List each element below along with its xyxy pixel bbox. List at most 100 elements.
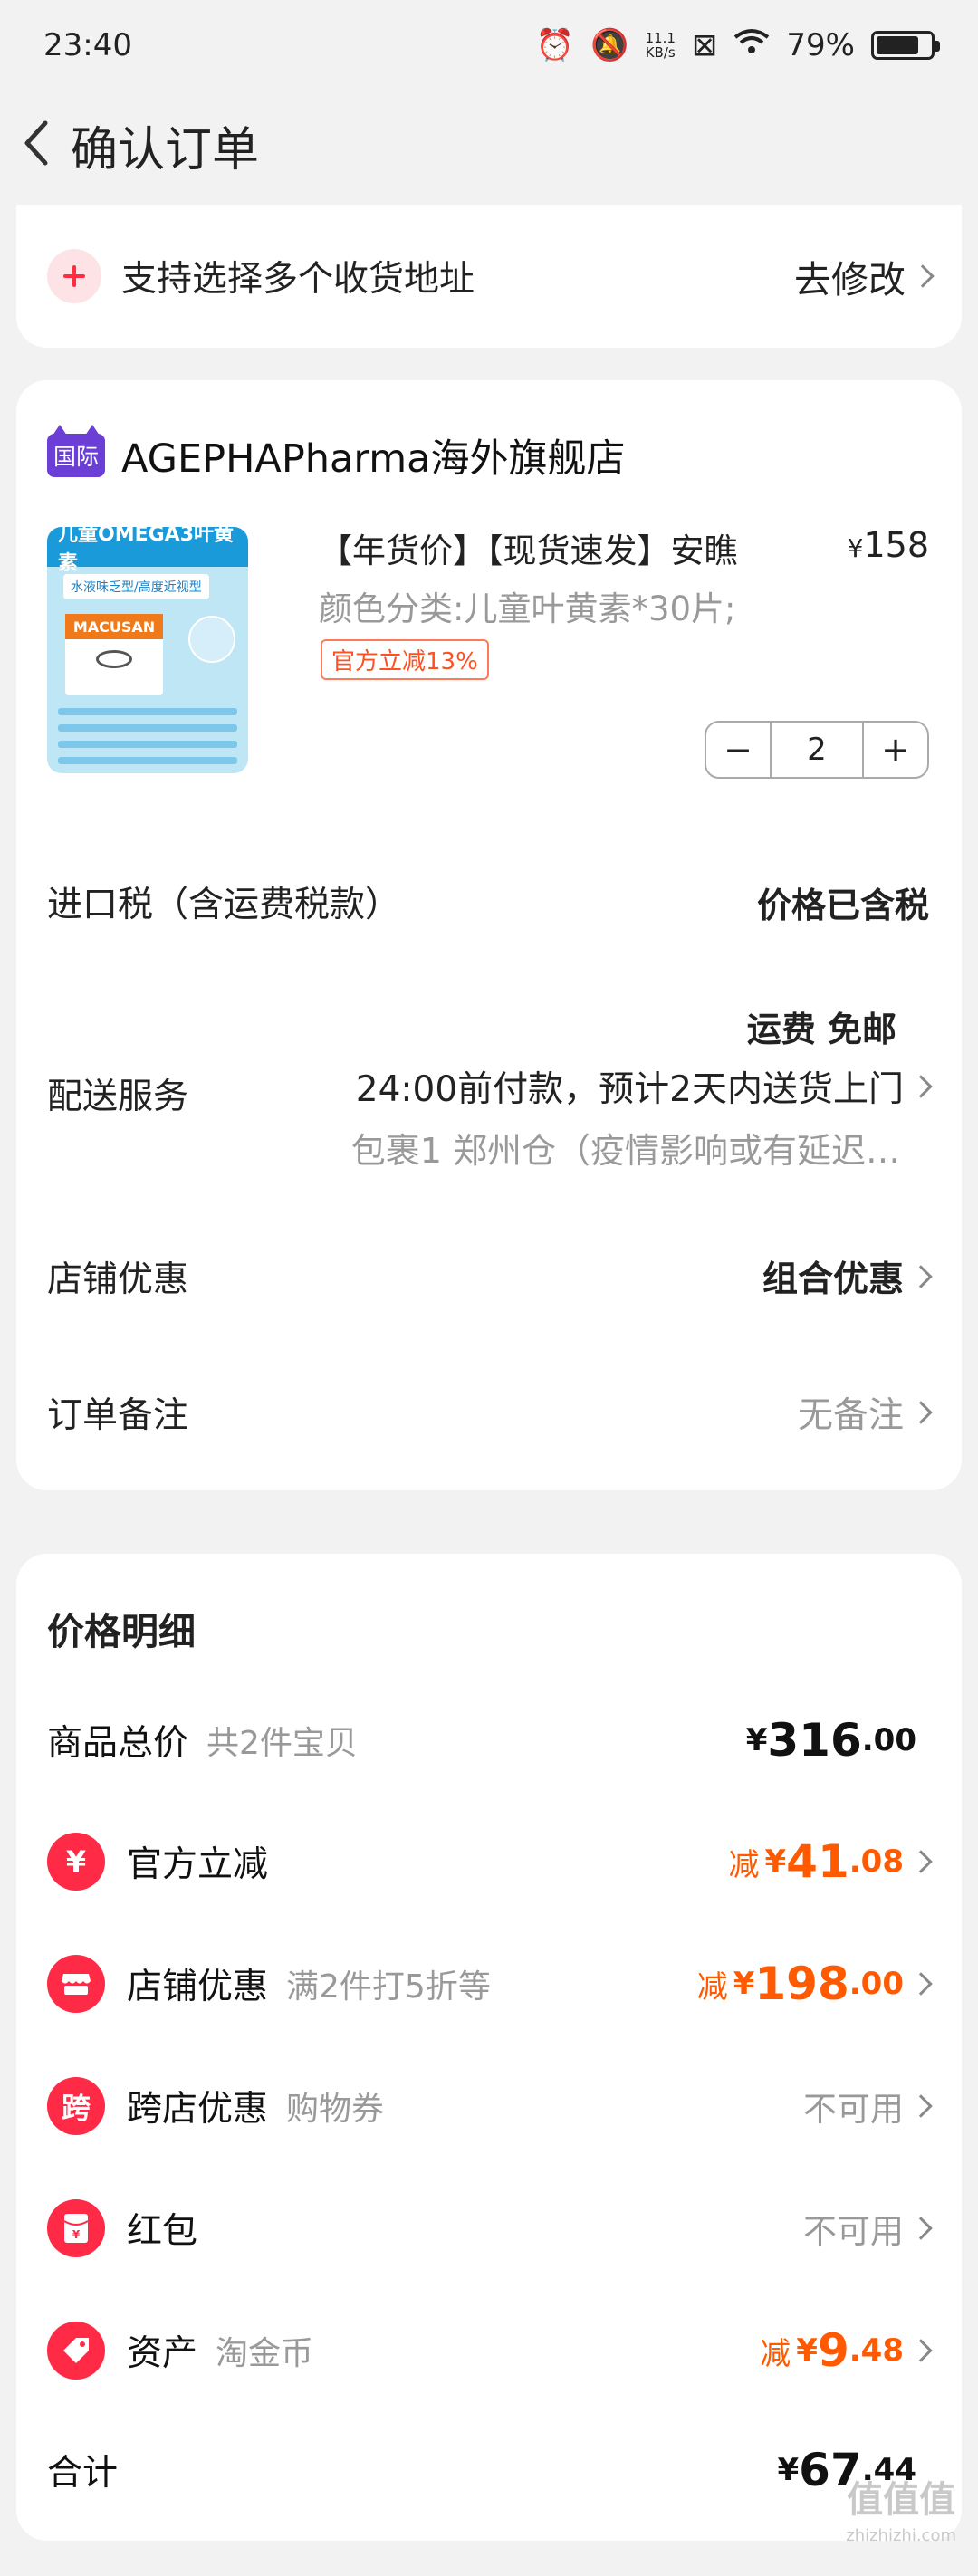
product-info-lines — [58, 708, 237, 773]
minus-label: 减 — [728, 1846, 760, 1883]
wifi-icon — [734, 27, 770, 63]
quantity-stepper: − 2 + — [705, 721, 929, 779]
shop-discount-row[interactable]: 店铺优惠 组合优惠 — [47, 1251, 933, 1302]
total-row: 合计 ¥67.44 — [47, 2434, 929, 2506]
amount-decimal: .08 — [849, 1843, 904, 1880]
international-badge-icon: 国际 — [47, 425, 105, 477]
red-packet-row[interactable]: ¥ 红包 不可用 — [47, 2192, 933, 2265]
amount-decimal: .00 — [849, 1966, 904, 2002]
mute-icon: 🔕 — [590, 27, 629, 63]
minus-label: 减 — [760, 2335, 791, 2372]
unavailable-label: 不可用 — [803, 2090, 904, 2129]
amount-integer: 316 — [767, 1714, 862, 1767]
shop-header[interactable]: 国际 AGEPHAPharma海外旗舰店 — [47, 425, 626, 484]
decrease-button[interactable]: − — [706, 723, 770, 777]
chevron-right-icon — [909, 2094, 933, 2118]
shop-icon — [47, 1955, 105, 2013]
red-packet-label: 红包 — [127, 2211, 198, 2252]
network-speed: 11.1 KB/s — [646, 31, 676, 60]
net-speed-unit: KB/s — [645, 44, 676, 61]
chevron-right-icon — [909, 1850, 933, 1873]
edit-address-label: 去修改 — [794, 258, 906, 302]
shipping-fee: 运费 免邮 — [746, 1010, 896, 1049]
shop-discount-detail-desc: 满2件打5折等 — [286, 1968, 491, 2006]
product-sku[interactable]: 颜色分类:儿童叶黄素*30片; — [319, 581, 736, 630]
import-tax-value: 价格已含税 — [756, 885, 929, 925]
status-time: 23:40 — [43, 27, 132, 63]
asset-row[interactable]: 资产 淘金币 减 ¥9.48 — [47, 2314, 933, 2387]
chevron-right-icon — [909, 2217, 933, 2240]
official-discount-label: 官方立减 — [127, 1844, 269, 1885]
official-discount-row[interactable]: ¥ 官方立减 减 ¥41.08 — [47, 1825, 933, 1898]
currency-symbol: ¥ — [777, 2452, 800, 2488]
shipping-warehouse: 包裹1 郑州仓（疫情影响或有延迟… — [350, 1131, 900, 1171]
total-goods-count: 共2件宝贝 — [206, 1725, 358, 1762]
battery-icon — [871, 31, 940, 60]
tag-icon — [47, 2322, 105, 2380]
product-price: ¥158 — [848, 525, 929, 565]
product-box-graphic: MACUSAN — [65, 614, 163, 695]
cross-store-discount-row[interactable]: 跨 跨店优惠 购物券 不可用 — [47, 2070, 933, 2142]
address-label: 支持选择多个收货地址 — [121, 259, 475, 300]
shipping-time-selector[interactable]: 24:00前付款，预计2天内送货上门 — [355, 1061, 933, 1112]
currency-symbol: ¥ — [733, 1966, 755, 2002]
watermark-url: zhizhizhi.com — [846, 2526, 956, 2545]
price-detail-title: 价格明细 — [47, 1610, 196, 1653]
order-note-row[interactable]: 订单备注 无备注 — [47, 1387, 933, 1438]
no-sim-icon: ⊠ — [691, 27, 718, 63]
status-bar: 23:40 ⏰ 🔕 11.1 KB/s ⊠ 79% — [0, 0, 978, 91]
price-symbol: ¥ — [847, 533, 864, 563]
chevron-right-icon — [909, 1075, 933, 1098]
add-icon — [47, 249, 101, 303]
total-goods-label: 商品总价 — [47, 1723, 189, 1764]
shipping-time: 24:00前付款，预计2天内送货上门 — [355, 1069, 904, 1110]
red-packet-value: 不可用 — [803, 2204, 933, 2253]
svg-text:¥: ¥ — [72, 2228, 81, 2241]
total-label: 合计 — [47, 2453, 119, 2494]
status-icons: ⏰ 🔕 11.1 KB/s ⊠ 79% — [535, 27, 940, 63]
price-value: 158 — [863, 525, 929, 565]
product-image[interactable]: 儿童OMEGA3叶黄素 水液味乏型/高度近视型 MACUSAN — [47, 527, 248, 773]
product-brand: MACUSAN — [65, 614, 163, 639]
asset-desc: 淘金币 — [216, 2335, 314, 2372]
cross-store-value: 不可用 — [803, 2082, 933, 2131]
asset-label: 资产 — [127, 2333, 198, 2374]
chevron-right-icon — [909, 1265, 933, 1288]
edit-address-button[interactable]: 去修改 — [794, 249, 935, 303]
official-discount-amount: 减 ¥41.08 — [728, 1835, 933, 1888]
shipping-label: 配送服务 — [47, 1077, 189, 1117]
shop-discount-detail-row[interactable]: 店铺优惠 满2件打5折等 减 ¥198.00 — [47, 1948, 933, 2020]
battery-fill — [877, 36, 918, 54]
watermark: 值值值 zhizhizhi.com — [846, 2482, 956, 2554]
import-tax-row: 进口税（含运费税款） 价格已含税 — [47, 876, 929, 927]
page-title: 确认订单 — [71, 122, 260, 177]
shop-name: AGEPHAPharma海外旗舰店 — [121, 436, 626, 482]
shop-discount-amount: 减 ¥198.00 — [696, 1958, 933, 2010]
chevron-right-icon — [909, 1401, 933, 1424]
discount-badge: 官方立减13% — [321, 639, 489, 680]
net-speed-value: 11.1 — [645, 30, 676, 46]
cross-store-label: 跨店优惠 — [127, 2089, 269, 2130]
import-tax-label: 进口税（含运费税款） — [47, 885, 401, 925]
back-icon[interactable] — [18, 116, 54, 174]
quantity-value[interactable]: 2 — [770, 723, 864, 777]
shop-discount-detail-label: 店铺优惠 — [127, 1967, 269, 2007]
eye-icon — [96, 650, 132, 668]
minus-label: 减 — [696, 1968, 728, 2006]
total-goods-amount: ¥316.00 — [746, 1714, 916, 1767]
increase-button[interactable]: + — [864, 723, 927, 777]
address-card[interactable]: 支持选择多个收货地址 去修改 — [16, 205, 962, 348]
amount-decimal: .00 — [861, 1722, 916, 1758]
alarm-icon: ⏰ — [535, 27, 575, 63]
chevron-right-icon — [909, 1972, 933, 1996]
product-seal-graphic — [188, 616, 235, 663]
product-title[interactable]: 【年货价】【现货速发】安瞧 — [319, 523, 738, 572]
price-detail-card: 价格明细 商品总价 共2件宝贝 ¥316.00 ¥ 官方立减 减 ¥41.08 店… — [16, 1554, 962, 2541]
currency-symbol: ¥ — [796, 2332, 818, 2369]
chevron-right-icon — [909, 2339, 933, 2362]
amount-decimal: .48 — [849, 2332, 904, 2369]
amount-integer: 9 — [817, 2324, 849, 2377]
order-note-value: 无备注 — [797, 1395, 904, 1436]
cross-store-desc: 购物券 — [286, 2091, 385, 2128]
amount-integer: 198 — [754, 1958, 849, 2010]
